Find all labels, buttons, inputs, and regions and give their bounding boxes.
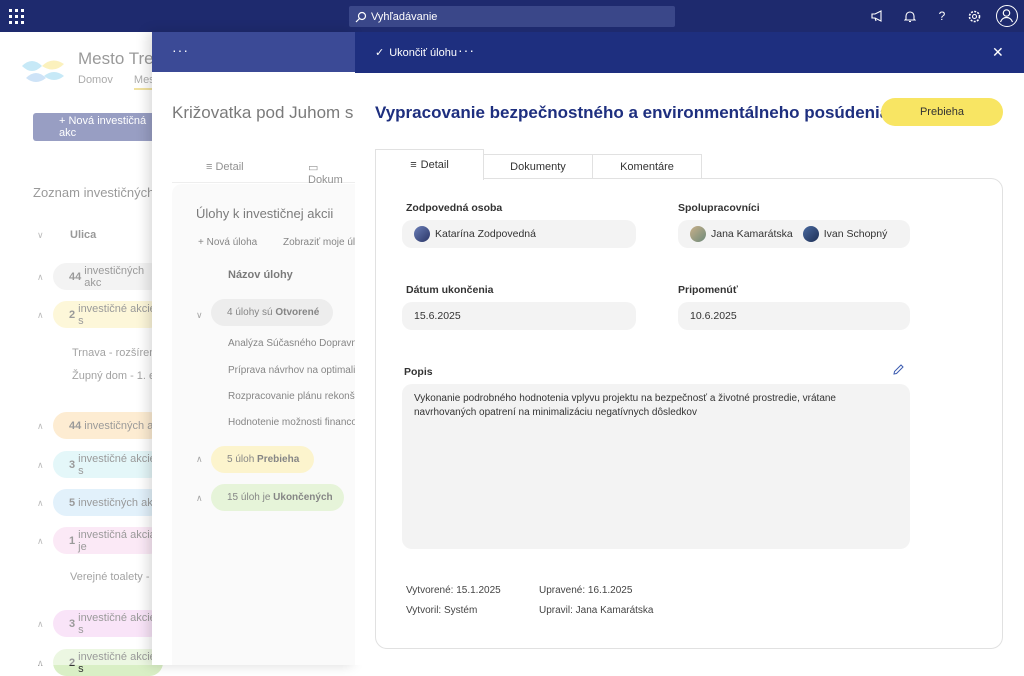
help-icon[interactable]: ? xyxy=(934,8,950,24)
panel-scrim xyxy=(152,72,356,665)
responsible-label: Zodpovedná osoba xyxy=(406,202,503,214)
collaborator-name: Ivan Schopný xyxy=(823,228,888,240)
collaborator-name: Jana Kamarátska xyxy=(711,228,793,240)
description-label: Popis xyxy=(404,366,433,378)
top-bar: Vyhľadávanie ? xyxy=(0,0,1024,32)
due-date-field[interactable]: 15.6.2025 xyxy=(402,302,636,330)
created-by: Vytvoril: Systém xyxy=(406,605,478,616)
avatar xyxy=(414,226,430,242)
reminder-label: Pripomenúť xyxy=(678,284,738,296)
modified-date: Upravené: 16.1.2025 xyxy=(539,585,633,596)
tab-comments[interactable]: Komentáre xyxy=(592,154,702,179)
search-input[interactable]: Vyhľadávanie xyxy=(349,6,675,27)
detail-icon: ≡ xyxy=(410,159,417,171)
modified-by: Upravil: Jana Kamarátska xyxy=(539,605,654,616)
collaborators-field[interactable]: Jana Kamarátska Ivan Schopný xyxy=(678,220,910,248)
megaphone-icon[interactable] xyxy=(870,8,886,24)
reminder-field[interactable]: 10.6.2025 xyxy=(678,302,910,330)
created-date: Vytvorené: 15.1.2025 xyxy=(406,585,501,596)
avatar xyxy=(802,226,819,242)
status-badge[interactable]: Prebieha xyxy=(881,98,1003,126)
bell-icon[interactable] xyxy=(902,8,918,24)
description-field[interactable]: Vykonanie podrobného hodnotenia vplyvu p… xyxy=(402,384,910,549)
due-date-label: Dátum ukončenia xyxy=(406,284,494,296)
task-detail-card: Zodpovedná osoba Katarína Zodpovedná Spo… xyxy=(375,178,1003,649)
tab-documents[interactable]: Dokumenty xyxy=(483,154,593,179)
task-title: Vypracovanie bezpečnostného a environmen… xyxy=(375,103,890,122)
task-detail-panel: ✓ Ukončiť úlohu ··· ✕ Vypracovanie bezpeč… xyxy=(355,32,1024,665)
collaborators-label: Spolupracovníci xyxy=(678,202,760,214)
task-panel-header: ✓ Ukončiť úlohu ··· ✕ xyxy=(355,32,1024,73)
pencil-icon[interactable] xyxy=(893,364,904,378)
settings-icon[interactable] xyxy=(966,8,982,24)
responsible-field[interactable]: Katarína Zodpovedná xyxy=(402,220,636,248)
waffle-icon[interactable] xyxy=(8,8,24,24)
close-icon[interactable]: ✕ xyxy=(992,44,1004,61)
tab-detail[interactable]: ≡ Detail xyxy=(375,149,484,180)
search-placeholder: Vyhľadávanie xyxy=(371,10,438,23)
avatar xyxy=(690,226,706,242)
responsible-name: Katarína Zodpovedná xyxy=(435,228,536,240)
complete-task-button[interactable]: ✓ Ukončiť úlohu xyxy=(375,46,457,60)
more-icon[interactable]: ··· xyxy=(172,42,189,58)
investment-panel-header: ··· xyxy=(152,32,356,72)
more-icon[interactable]: ··· xyxy=(458,42,475,58)
checkmark-icon: ✓ xyxy=(375,47,385,59)
search-icon xyxy=(355,11,367,22)
user-icon[interactable] xyxy=(996,5,1018,27)
